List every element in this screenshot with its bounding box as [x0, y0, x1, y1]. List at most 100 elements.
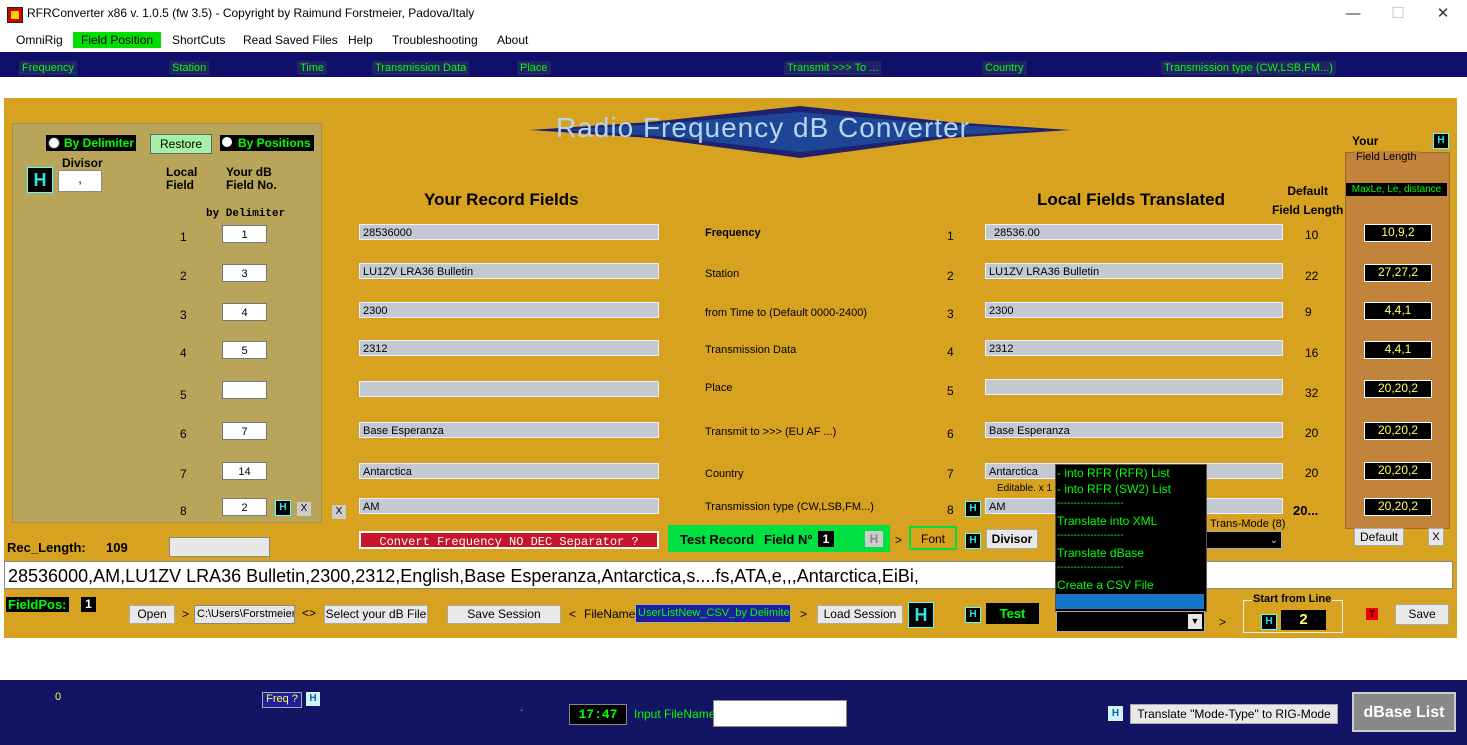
max-length-3[interactable]: 4,4,1: [1364, 302, 1432, 320]
divisor-input[interactable]: ,: [58, 170, 102, 192]
save-button[interactable]: Save: [1395, 604, 1449, 625]
translated-field-2[interactable]: LU1ZV LRA36 Bulletin: [985, 263, 1283, 279]
record-field-6[interactable]: Base Esperanza: [359, 422, 659, 438]
header-country: Country: [982, 61, 1027, 75]
dropdown-into-sw2-list[interactable]: - into RFR (SW2) List: [1057, 482, 1171, 496]
logo-text: Radio Frequency dB Converter: [556, 112, 970, 143]
dbase-list-button[interactable]: dBase List: [1352, 692, 1456, 732]
by-positions-radio[interactable]: [222, 137, 232, 147]
by-positions-option[interactable]: By Positions: [220, 135, 314, 151]
your-db-field-header: Your dB Field No.: [226, 165, 277, 192]
menu-omnirig[interactable]: OmniRig: [11, 32, 68, 48]
max-length-5[interactable]: 20,20,2: [1364, 380, 1432, 398]
record-field-4[interactable]: 2312: [359, 340, 659, 356]
db-field-input-2[interactable]: 3: [222, 264, 267, 282]
minimize-button[interactable]: —: [1330, 0, 1376, 28]
max-length-8[interactable]: 20,20,2: [1364, 498, 1432, 516]
input-filename-field[interactable]: [713, 700, 847, 727]
select-db-file-button[interactable]: Select your dB File: [324, 605, 428, 624]
path-field[interactable]: C:\Users\Forstmeier: [194, 605, 295, 624]
clock-display: 17:47: [569, 704, 627, 725]
menu-help[interactable]: Help: [343, 32, 378, 48]
t-button[interactable]: T: [1366, 608, 1378, 620]
filename-field[interactable]: UserListNew_CSV_by Delimiter: [635, 604, 791, 623]
next-arrow[interactable]: >: [895, 533, 902, 547]
field-length-help-button[interactable]: H: [1433, 133, 1449, 149]
max-length-1[interactable]: 10,9,2: [1364, 224, 1432, 242]
record-field-2[interactable]: LU1ZV LRA36 Bulletin: [359, 263, 659, 279]
start-from-line-label: Start from Line: [1252, 593, 1333, 605]
test-button[interactable]: Test: [986, 603, 1039, 624]
convert-frequency-warning[interactable]: Convert Frequency NO DEC Separator ?: [359, 531, 659, 549]
translated-field-3[interactable]: 2300: [985, 302, 1283, 318]
menu-read-saved-files[interactable]: Read Saved Files: [238, 32, 343, 48]
field-n-value[interactable]: 1: [818, 531, 834, 547]
translated-field-6[interactable]: Base Esperanza: [985, 422, 1283, 438]
maximize-button[interactable]: ☐: [1375, 0, 1421, 28]
start-line-help-button[interactable]: H: [1261, 614, 1277, 630]
row8-clear-button[interactable]: X: [297, 502, 311, 516]
by-delimiter-option[interactable]: By Delimiter: [46, 135, 136, 151]
translate-mode-help-button[interactable]: H: [1108, 706, 1123, 721]
db-field-input-4[interactable]: 5: [222, 341, 267, 359]
dropdown-translate-xml[interactable]: Translate into XML: [1057, 514, 1157, 528]
record-field-7[interactable]: Antarctica: [359, 463, 659, 479]
max-length-2[interactable]: 27,27,2: [1364, 264, 1432, 282]
translate-select[interactable]: ▼: [1056, 611, 1205, 632]
default-button[interactable]: Default: [1354, 528, 1404, 546]
rec-length-input[interactable]: [169, 537, 270, 557]
record-field-3[interactable]: 2300: [359, 302, 659, 318]
db-field-input-8[interactable]: 2: [222, 498, 267, 516]
max-length-4[interactable]: 4,4,1: [1364, 341, 1432, 359]
session-help-button[interactable]: H: [908, 602, 934, 628]
font-button[interactable]: Font: [909, 526, 957, 550]
by-delimiter-radio[interactable]: [48, 137, 60, 149]
translated-field-5[interactable]: [985, 379, 1283, 395]
db-field-input-5[interactable]: [222, 381, 267, 399]
open-button[interactable]: Open: [129, 605, 175, 624]
db-field-input-6[interactable]: 7: [222, 422, 267, 440]
menu-shortcuts[interactable]: ShortCuts: [167, 32, 230, 48]
divisor-help-badge[interactable]: H: [965, 533, 981, 549]
load-session-button[interactable]: Load Session: [817, 605, 903, 624]
restore-button[interactable]: Restore: [150, 134, 212, 154]
max-length-6[interactable]: 20,20,2: [1364, 422, 1432, 440]
test-help-badge[interactable]: H: [965, 607, 981, 623]
start-line-input[interactable]: 2: [1281, 610, 1326, 630]
db-field-input-3[interactable]: 4: [222, 303, 267, 321]
freq-help-button[interactable]: H: [306, 692, 320, 706]
divisor-help-button[interactable]: H: [27, 167, 53, 193]
reset-x-button[interactable]: X: [1428, 528, 1444, 546]
translated-field-4[interactable]: 2312: [985, 340, 1283, 356]
translated-field-1[interactable]: 28536.00: [985, 224, 1283, 240]
freq-query-button[interactable]: Freq ?: [262, 692, 302, 708]
record-row8-clear-button[interactable]: X: [332, 505, 346, 519]
record-field-8[interactable]: AM: [359, 498, 659, 514]
close-button[interactable]: ✕: [1420, 0, 1466, 28]
chevron-down-icon: ▼: [1188, 614, 1202, 629]
test-help-button[interactable]: H: [865, 531, 883, 547]
fieldpos-value: 1: [81, 597, 96, 612]
menu-about[interactable]: About: [492, 32, 533, 48]
translate-mode-type-button[interactable]: Translate "Mode-Type" to RIG-Mode: [1130, 704, 1338, 724]
max-length-7[interactable]: 20,20,2: [1364, 462, 1432, 480]
dropdown-highlight[interactable]: [1056, 594, 1204, 609]
dropdown-translate-dbase[interactable]: Translate dBase: [1057, 546, 1144, 560]
dropdown-create-csv[interactable]: Create a CSV File: [1057, 578, 1154, 592]
field8-help-button[interactable]: H: [965, 501, 981, 517]
maxle-header: MaxLe, Le, distance: [1346, 183, 1447, 196]
db-field-input-1[interactable]: 1: [222, 225, 267, 243]
field-name-4: Transmission Data: [705, 344, 797, 356]
menu-field-position[interactable]: Field Position: [73, 32, 162, 48]
record-field-5[interactable]: [359, 381, 659, 397]
menu-troubleshooting[interactable]: Troubleshooting: [387, 32, 483, 48]
translate-arrow[interactable]: >: [1219, 615, 1226, 629]
record-field-1[interactable]: 28536000: [359, 224, 659, 240]
db-field-input-7[interactable]: 14: [222, 462, 267, 480]
record-line-display[interactable]: 28536000,AM,LU1ZV LRA36 Bulletin,2300,23…: [4, 561, 1453, 589]
divisor-button[interactable]: Divisor: [986, 529, 1038, 549]
row8-help-button[interactable]: H: [275, 500, 291, 516]
trans-mode-select[interactable]: ⌄: [1205, 531, 1282, 549]
dropdown-into-rfr-list[interactable]: - into RFR (RFR) List: [1057, 466, 1170, 480]
save-session-button[interactable]: Save Session: [447, 605, 561, 624]
